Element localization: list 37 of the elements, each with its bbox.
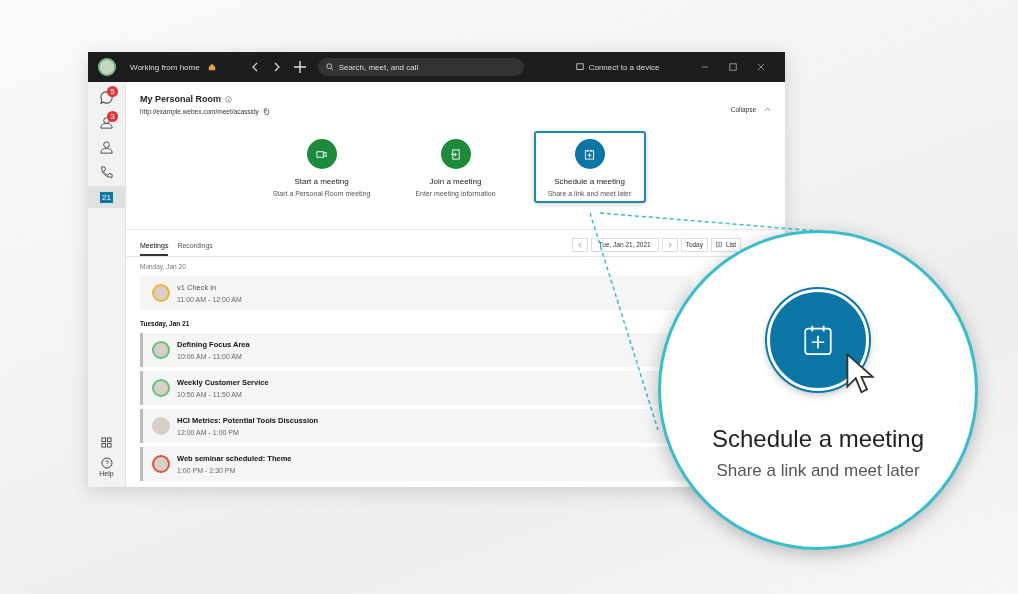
callout-subtitle: Share a link and meet later xyxy=(716,461,920,481)
search-icon xyxy=(325,63,334,71)
search-field[interactable]: Search, meet, and call xyxy=(317,58,524,76)
chat-bubble-icon xyxy=(99,89,114,105)
sidebar-item[interactable]: 3 xyxy=(88,111,125,133)
plus-icon[interactable] xyxy=(293,61,306,73)
apps-grid-icon[interactable] xyxy=(101,437,112,448)
sidebar-item[interactable]: 5 xyxy=(88,86,125,108)
screen-icon xyxy=(575,63,584,71)
info-icon[interactable] xyxy=(225,95,233,103)
chevron-right-icon xyxy=(666,241,673,248)
callout-title: Schedule a meeting xyxy=(711,425,925,453)
connect-device-button[interactable]: Connect to a device xyxy=(575,62,660,72)
minimize-icon[interactable] xyxy=(701,63,710,71)
calendar-plus-icon xyxy=(584,148,595,160)
maximize-icon[interactable] xyxy=(729,63,738,71)
close-icon[interactable] xyxy=(757,63,766,71)
question-icon xyxy=(100,457,113,469)
person-icon xyxy=(99,139,114,155)
room-title: My Personal Room xyxy=(140,94,222,104)
house-icon xyxy=(207,63,216,71)
copy-icon[interactable] xyxy=(262,108,270,115)
user-avatar[interactable] xyxy=(98,58,116,76)
pointer-cursor-icon xyxy=(845,353,875,395)
chevron-up-icon xyxy=(764,105,771,113)
unread-badge: 3 xyxy=(107,111,118,122)
sidebar-item[interactable]: 21 xyxy=(88,186,125,208)
unread-badge: 5 xyxy=(107,86,118,97)
calendar-date-icon: 21 xyxy=(100,191,113,203)
chevron-left-icon xyxy=(576,241,583,248)
video-camera-icon xyxy=(316,148,327,160)
phone-icon xyxy=(99,164,114,180)
people-icon xyxy=(99,114,114,130)
schedule-meeting-button[interactable] xyxy=(767,289,869,391)
calendar-plus-icon xyxy=(801,323,835,357)
list-icon xyxy=(716,241,722,248)
status-text[interactable]: Working from home xyxy=(130,62,200,72)
